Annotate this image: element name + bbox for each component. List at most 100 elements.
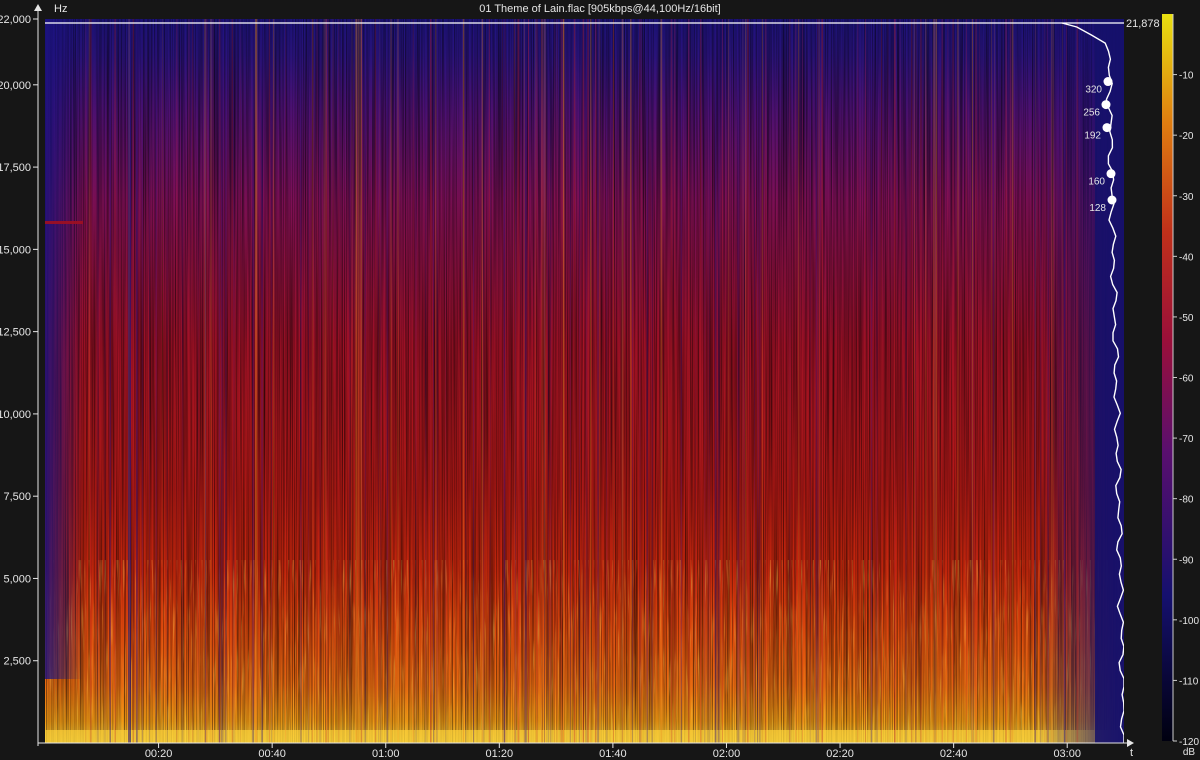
spectrogram-streak	[483, 19, 485, 743]
chart-title: 01 Theme of Lain.flac [905kbps@44,100Hz/…	[479, 3, 721, 15]
y-tick-label: 22,000	[0, 14, 31, 26]
colorbar-tick-label: -90	[1179, 555, 1194, 566]
spectrogram-streak	[397, 19, 399, 743]
spectrogram-streak	[534, 19, 536, 743]
x-tick-label: 00:40	[258, 748, 286, 760]
spectrogram-streak	[1076, 19, 1079, 743]
spectrogram-streak	[722, 19, 723, 743]
spectrogram-streak	[695, 19, 696, 743]
spectrogram-streak	[380, 19, 382, 743]
spectrogram-streak	[233, 19, 235, 743]
spectrogram-streak	[934, 19, 936, 743]
spectrogram-streak	[155, 19, 157, 743]
spectrogram-streak	[680, 19, 682, 743]
spectrogram-streak	[378, 19, 379, 743]
x-axis-label: t	[1130, 747, 1133, 759]
colorbar-tick-label: -10	[1179, 71, 1194, 82]
spectrogram-streak	[597, 19, 599, 743]
spectrogram-streak	[525, 19, 528, 743]
bitrate-marker-label: 192	[1084, 131, 1101, 142]
colorbar-tick-label: -110	[1179, 676, 1199, 687]
spectrogram-streak	[204, 19, 206, 743]
spectrogram-streak	[737, 19, 739, 743]
spectrogram-streak	[905, 19, 907, 743]
colorbar-tick-label: -20	[1179, 131, 1194, 142]
colorbar-tick-label: -80	[1179, 495, 1194, 506]
spectrogram-streak	[935, 19, 937, 743]
spectrogram-streak	[639, 19, 641, 743]
spectrogram-streak	[205, 19, 208, 743]
spectrogram-streak	[587, 19, 589, 743]
spectrogram-streak	[1063, 19, 1066, 743]
spectrogram-plot: 320 256 192 160 128	[45, 19, 1124, 743]
x-tick-label: 02:00	[713, 748, 741, 760]
spectrogram-streak	[743, 19, 746, 743]
cutoff-label: 21,878	[1126, 18, 1160, 30]
spectrogram-streak	[1044, 19, 1046, 743]
spectrogram-streak	[913, 19, 916, 743]
colorbar-tick-label: -100	[1179, 616, 1199, 627]
bitrate-marker-label: 128	[1089, 203, 1106, 214]
spectrogram-streak	[210, 19, 212, 743]
spectrogram-streak	[717, 19, 720, 743]
x-tick-label: 00:20	[145, 748, 173, 760]
y-tick-label: 20,000	[0, 80, 31, 92]
spectrogram-streak	[514, 19, 516, 743]
spectrogram-streak	[240, 19, 242, 743]
spectrogram-intro	[45, 19, 83, 679]
spectrogram-streak	[517, 19, 520, 743]
spectrogram-streak	[965, 19, 967, 743]
bitrate-marker-label: 320	[1085, 85, 1102, 96]
spectrogram-streak	[606, 19, 608, 743]
spectrogram-streak	[221, 19, 223, 743]
spectrogram-streak	[709, 19, 711, 743]
spectrogram-streak	[925, 19, 927, 743]
spectrogram-streak	[742, 19, 744, 743]
spectrogram-streak	[425, 19, 427, 743]
spectrogram-streak	[88, 19, 90, 743]
colorbar: -10-20-30-40-50-60-70-80-90-100-110-120 …	[1162, 14, 1199, 758]
spectrogram-streak	[899, 19, 901, 743]
spectrogram-streak	[98, 19, 100, 743]
spectrogram-streak	[481, 19, 484, 743]
spectrogram-intro-tone	[45, 221, 83, 224]
spectrogram-streak	[561, 19, 563, 743]
spectrogram-streak	[911, 19, 913, 743]
spectrogram-streak	[415, 19, 417, 743]
spectrogram-streak	[489, 19, 491, 743]
colorbar-tick-label: -50	[1179, 313, 1194, 324]
spectrogram-streak	[585, 19, 588, 743]
spectrogram-streak	[1057, 19, 1060, 743]
spectrogram-streak	[818, 19, 820, 743]
spectrogram-streak	[96, 19, 98, 743]
spectrogram-streak	[707, 19, 709, 743]
spectrogram-streak	[881, 19, 882, 743]
spectrogram-streak	[575, 19, 577, 743]
spectrogram-streak	[671, 19, 673, 743]
bitrate-marker-160	[1106, 169, 1116, 179]
spectrogram-streak	[975, 19, 977, 743]
x-tick-label: 01:40	[599, 748, 627, 760]
spectrogram-streak	[374, 19, 377, 743]
spectrogram-streak	[887, 19, 889, 743]
spectrogram-streak	[349, 19, 351, 743]
spectrogram-streak	[704, 19, 706, 743]
spectrogram-streak	[156, 19, 157, 743]
y-axis-arrow-icon	[34, 4, 42, 11]
spectrogram-streak	[590, 19, 592, 743]
spectrogram-streak	[894, 19, 896, 743]
spectrogram-streak	[316, 19, 318, 743]
y-tick-label: 2,500	[3, 656, 31, 668]
spectrogram-streak	[360, 19, 362, 743]
spectrogram-streak	[857, 19, 859, 743]
spectrogram-streak	[569, 19, 571, 743]
spectrogram-streak	[992, 19, 995, 743]
colorbar-tick-label: -40	[1179, 252, 1194, 263]
spectrogram-streak	[688, 19, 690, 743]
spectrogram-streak	[915, 19, 917, 743]
spectrogram-streak	[651, 19, 654, 743]
spectrogram-streak	[445, 19, 447, 743]
spectrogram-streak	[764, 19, 767, 743]
colorbar-tick-label: -60	[1179, 374, 1194, 385]
spectrogram-streak	[979, 19, 980, 743]
